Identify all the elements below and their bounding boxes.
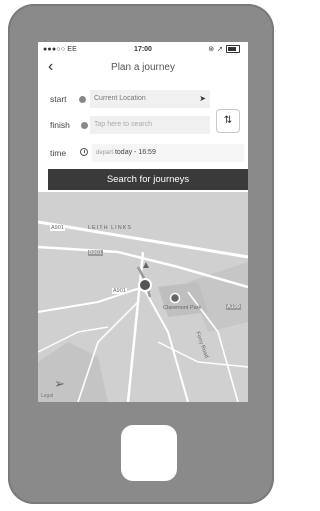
battery-icon	[226, 45, 240, 53]
search-journeys-button[interactable]: Search for journeys	[48, 169, 248, 190]
swap-button[interactable]: ⇅	[216, 109, 240, 133]
clock-icon	[80, 148, 88, 156]
map-label-road-b: B901	[88, 250, 103, 256]
status-icons: ⊛ ➚	[208, 45, 240, 53]
time-row: time depart today - 16:59	[38, 143, 248, 163]
swap-arrows-icon: ⇅	[223, 115, 233, 126]
start-dot-icon	[79, 96, 86, 103]
map-graphic	[38, 192, 248, 402]
finish-placeholder: Tap here to search	[94, 121, 152, 128]
time-value: today - 16:59	[114, 149, 156, 156]
status-bar: ●●●○○ EE 17:00 ⊛ ➚	[38, 42, 248, 58]
time-prefix: depart	[96, 150, 114, 156]
finish-label: finish	[50, 120, 70, 130]
alarm-icon: ⊛	[208, 46, 215, 53]
start-row: start Current Location ➤	[38, 89, 248, 109]
map-label-road-a: A901	[112, 288, 127, 294]
current-location-icon[interactable]: ➤	[199, 94, 206, 103]
finish-field[interactable]: Tap here to search	[90, 116, 210, 134]
start-field[interactable]: Current Location ➤	[90, 90, 210, 108]
map-attribution[interactable]: Legal	[41, 393, 53, 399]
map-label-park: Claremont Park	[163, 305, 202, 311]
home-button[interactable]	[121, 425, 177, 481]
page-title: Plan a journey	[111, 62, 175, 73]
time-field[interactable]: depart today - 16:59	[92, 144, 244, 162]
start-label: start	[50, 94, 67, 104]
map-label-road-a901: A901	[50, 225, 65, 231]
nav-bar: ‹ Plan a journey	[38, 58, 248, 80]
phone-screen: ●●●○○ EE 17:00 ⊛ ➚ ‹ Plan a journey star…	[38, 42, 248, 402]
start-value: Current Location	[94, 95, 146, 102]
map-label-road-right: A199	[226, 304, 241, 310]
locate-me-icon[interactable]: ➢	[54, 376, 65, 392]
location-arrow-icon: ➚	[217, 46, 223, 53]
time-label: time	[50, 148, 67, 158]
map-view[interactable]: LEITH LINKS A901 B901 A901 Claremont Par…	[38, 192, 248, 402]
finish-dot-icon	[81, 122, 88, 129]
map-label-area: LEITH LINKS	[88, 225, 133, 231]
